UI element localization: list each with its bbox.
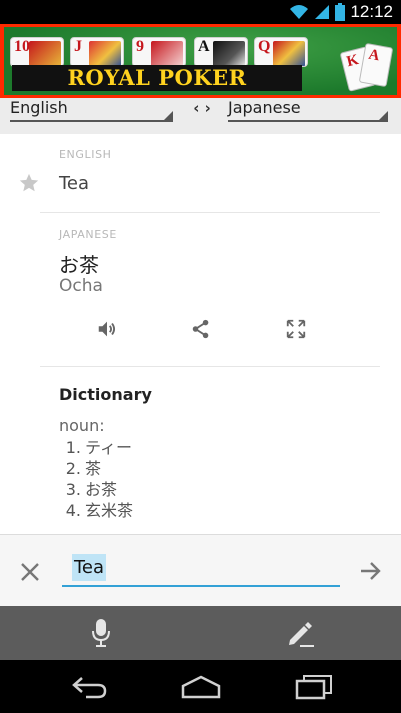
star-icon[interactable] [18, 172, 40, 194]
dictionary-entries: 1. ティー 2. 茶 3. お茶 4. 玄米茶 [59, 437, 133, 521]
card-rank: J [74, 38, 82, 55]
list-item: 2. 茶 [65, 459, 102, 478]
target-language-label: Japanese [228, 98, 301, 117]
ad-image: 10 J 9 A Q ROYAL POKER K A [4, 27, 397, 95]
input-method-toolbar [0, 606, 401, 660]
status-icons: 12:12 [289, 0, 393, 24]
card-rank: 10 [14, 38, 30, 55]
part-of-speech: noun: [59, 416, 105, 435]
list-item: 3. お茶 [65, 480, 118, 499]
recents-icon[interactable] [294, 674, 334, 700]
back-icon[interactable] [70, 674, 108, 700]
ad-title-box: ROYAL POKER [12, 65, 302, 91]
wifi-icon [290, 5, 309, 19]
arrow-right-icon[interactable] [359, 560, 383, 582]
ad-title: ROYAL POKER [67, 65, 247, 90]
card-rank: 9 [136, 38, 144, 55]
input-bar: Tea [0, 534, 401, 606]
source-text: Tea [59, 173, 90, 194]
divider [40, 366, 380, 367]
input-value: Tea [72, 554, 107, 581]
fullscreen-icon[interactable] [285, 318, 307, 340]
translation-text: お茶 [59, 253, 99, 277]
source-language-heading: ENGLISH [59, 148, 112, 161]
signal-icon [315, 5, 330, 19]
status-bar: 12:12 [0, 0, 401, 24]
system-navigation-bar [0, 660, 401, 713]
translate-input[interactable]: Tea [62, 553, 340, 587]
list-item: 1. ティー [65, 438, 133, 457]
microphone-icon[interactable] [91, 618, 111, 648]
playing-card: 9 [132, 37, 186, 67]
playing-card: J [70, 37, 124, 67]
playing-card: Q [254, 37, 308, 67]
dropdown-caret-icon [164, 111, 173, 120]
dropdown-caret-icon [379, 111, 388, 120]
clear-icon[interactable] [20, 562, 40, 582]
divider [40, 212, 380, 213]
share-icon[interactable] [190, 318, 212, 340]
playing-card: 10 [10, 37, 64, 67]
language-selector-row: English ‹ › Japanese [0, 98, 401, 134]
swap-languages-button[interactable]: ‹ › [186, 98, 218, 122]
romanization-text: Ocha [59, 276, 103, 296]
target-language-select[interactable]: Japanese [228, 98, 388, 122]
battery-icon [335, 3, 346, 21]
playing-card: A [194, 37, 248, 67]
ad-banner[interactable]: 10 J 9 A Q ROYAL POKER K A [0, 24, 401, 98]
speaker-icon[interactable] [96, 318, 118, 340]
home-icon[interactable] [180, 674, 222, 700]
status-time: 12:12 [350, 2, 393, 21]
dictionary-title: Dictionary [59, 385, 152, 404]
list-item: 4. 玄米茶 [65, 501, 134, 520]
target-language-heading: JAPANESE [59, 228, 117, 241]
pen-icon[interactable] [286, 618, 316, 648]
card-rank: Q [258, 38, 271, 55]
source-language-select[interactable]: English [10, 98, 173, 122]
source-language-label: English [10, 98, 68, 117]
card-rank: A [198, 38, 210, 55]
